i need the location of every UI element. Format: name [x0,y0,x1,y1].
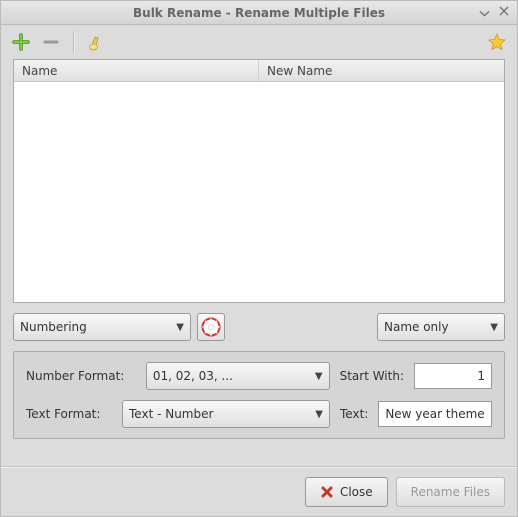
table-header: Name New Name [14,60,504,82]
footer: Close Rename Files [1,466,517,516]
add-button[interactable] [9,30,33,54]
chevron-down-icon: ▼ [315,371,323,382]
favorite-button[interactable] [485,30,509,54]
chevron-down-icon: ▼ [315,409,323,420]
text-format-select[interactable]: Text - Number ▼ [122,400,330,428]
rename-files-button[interactable]: Rename Files [396,477,505,507]
start-with-label: Start With: [340,369,404,383]
content: Name New Name Numbering ▼ Name only ▼ [1,59,517,466]
number-format-value: 01, 02, 03, ... [153,369,309,383]
remove-button[interactable] [39,30,63,54]
close-icon[interactable] [497,4,511,18]
text-format-label: Text Format: [26,407,112,421]
close-label: Close [340,485,373,499]
chevron-down-icon: ▼ [176,322,184,333]
text-format-value: Text - Number [129,407,309,421]
number-format-select[interactable]: 01, 02, 03, ... ▼ [146,362,330,390]
toolbar-separator [73,31,74,53]
titlebar: Bulk Rename - Rename Multiple Files [1,1,517,25]
clear-button[interactable] [84,30,108,54]
chevron-down-icon: ▼ [490,322,498,333]
mode-row: Numbering ▼ Name only ▼ [13,313,505,341]
close-icon [320,485,334,499]
number-format-label: Number Format: [26,369,136,383]
close-button[interactable]: Close [305,477,388,507]
text-label: Text: [340,407,368,421]
options-panel: Number Format: 01, 02, 03, ... ▼ Start W… [13,351,505,439]
rename-mode-value: Numbering [20,320,170,334]
titlebar-controls [477,4,511,18]
scope-select[interactable]: Name only ▼ [377,313,505,341]
window: Bulk Rename - Rename Multiple Files [0,0,518,517]
text-input[interactable] [378,401,492,427]
rename-mode-select[interactable]: Numbering ▼ [13,313,191,341]
scope-value: Name only [384,320,484,334]
help-button[interactable] [197,313,225,341]
file-table: Name New Name [13,59,505,303]
toolbar [1,25,517,59]
column-name[interactable]: Name [14,60,259,81]
table-body[interactable] [14,82,504,302]
minimize-icon[interactable] [477,4,491,18]
window-title: Bulk Rename - Rename Multiple Files [133,6,385,20]
start-with-input[interactable] [414,363,492,389]
column-new-name[interactable]: New Name [259,60,504,81]
rename-label: Rename Files [411,485,490,499]
